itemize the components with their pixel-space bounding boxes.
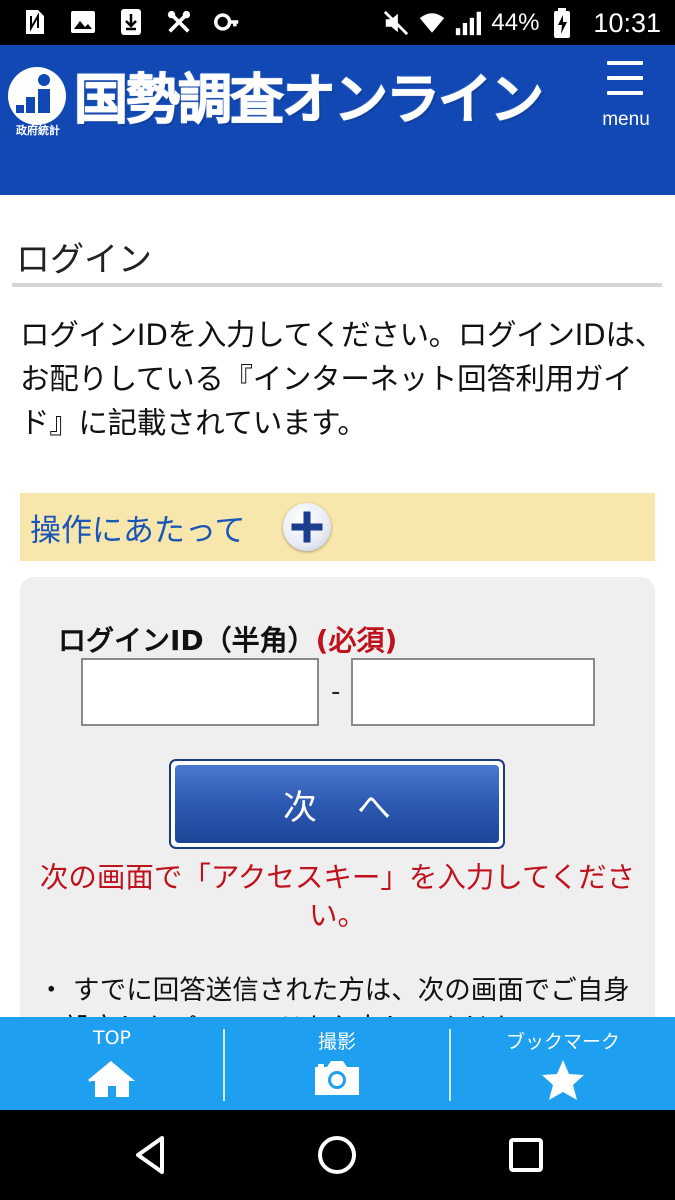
wifi-icon — [419, 9, 445, 37]
next-button[interactable]: 次へ — [169, 759, 505, 849]
accordion-label: 操作にあたって — [30, 513, 246, 549]
home-icon — [87, 1059, 137, 1103]
star-icon — [541, 1059, 585, 1105]
app-header: 政府統計 国勢調査オンライン menu — [0, 45, 675, 195]
mute-icon — [383, 9, 409, 37]
battery-charging-icon — [549, 8, 575, 38]
signal-icon — [455, 9, 482, 37]
next-button-label: 次へ — [175, 765, 499, 843]
intro-text: ログインIDを入力してください。ログインIDは、お配りしている『インターネット回… — [20, 318, 664, 440]
plus-icon[interactable] — [283, 503, 331, 551]
status-bar: 44% 10:31 — [0, 0, 675, 45]
login-id-label: ログインID（半角）(必須) — [58, 619, 397, 659]
nav-bookmark[interactable]: ブックマーク — [451, 1017, 675, 1110]
recents-icon[interactable] — [503, 1132, 549, 1178]
site-title[interactable]: 国勢調査オンライン — [74, 65, 589, 135]
login-id-part1-input[interactable] — [81, 658, 319, 726]
battery-percent: 44% — [491, 9, 540, 36]
menu-button[interactable]: menu — [592, 55, 660, 135]
required-label: (必須) — [315, 624, 398, 657]
hamburger-icon — [607, 61, 643, 106]
access-key-notice: 次の画面で「アクセスキー」を入力してください。 — [39, 861, 636, 932]
heading-divider — [12, 283, 662, 287]
tools-icon — [166, 8, 192, 36]
sim-icon — [22, 8, 48, 36]
image-icon — [70, 8, 96, 36]
nav-bookmark-label: ブックマーク — [505, 1031, 620, 1053]
logo-subtitle: 政府統計 — [16, 124, 60, 137]
page-title: ログイン — [16, 240, 152, 280]
menu-label: menu — [602, 109, 650, 130]
download-icon — [118, 8, 144, 36]
operation-notes-accordion[interactable]: 操作にあたって — [20, 493, 655, 561]
bottom-nav: TOP 撮影 ブックマーク — [0, 1017, 675, 1110]
login-form: ログインID（半角）(必須) - 次へ 次の画面で「アクセスキー」を入力してくだ… — [20, 577, 655, 1047]
clock: 10:31 — [593, 7, 661, 38]
home-circle-icon[interactable] — [314, 1132, 360, 1178]
nav-top[interactable]: TOP — [0, 1017, 224, 1110]
id-separator: - — [331, 677, 341, 707]
nav-camera[interactable]: 撮影 — [225, 1017, 449, 1110]
login-id-label-text: ログインID（半角） — [58, 624, 316, 657]
login-id-part2-input[interactable] — [351, 658, 595, 726]
back-icon[interactable] — [128, 1132, 174, 1178]
system-nav-bar — [0, 1110, 675, 1200]
camera-icon — [313, 1059, 361, 1101]
nav-camera-label: 撮影 — [317, 1031, 356, 1053]
government-statistics-logo-icon[interactable] — [8, 67, 66, 125]
key-icon — [214, 8, 240, 36]
nav-top-label: TOP — [92, 1027, 132, 1049]
